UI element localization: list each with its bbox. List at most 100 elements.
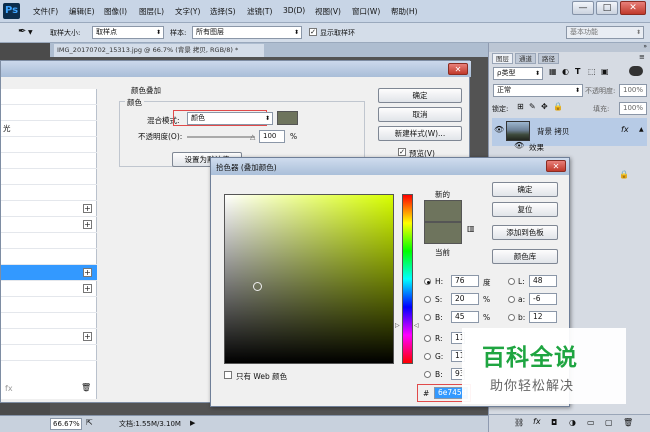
lock-transparent-icon[interactable]: ⊞ bbox=[517, 102, 524, 111]
list-item[interactable] bbox=[1, 169, 97, 185]
hue-arrow-left-icon[interactable]: ▷ bbox=[395, 322, 400, 329]
lab-b-field[interactable]: 12 bbox=[529, 311, 557, 323]
list-item-selected[interactable]: + bbox=[1, 265, 97, 281]
menu-view[interactable]: 视图(V) bbox=[315, 6, 341, 17]
filter-shape-icon[interactable]: ⬚ bbox=[588, 67, 596, 76]
cancel-button[interactable]: 取消 bbox=[378, 107, 462, 122]
delete-icon[interactable]: 🗑 bbox=[81, 383, 91, 392]
eyedropper-icon[interactable]: ✒ bbox=[18, 26, 26, 37]
color-libraries-button[interactable]: 颜色库 bbox=[492, 249, 558, 264]
a-radio[interactable] bbox=[508, 296, 515, 303]
link-icon[interactable]: ⛓ bbox=[514, 418, 524, 427]
cube-icon[interactable]: ▥ bbox=[467, 224, 475, 233]
list-item[interactable]: + bbox=[1, 201, 97, 217]
list-item[interactable] bbox=[1, 137, 97, 153]
add-icon[interactable]: + bbox=[83, 284, 92, 293]
status-arrow-icon[interactable]: ▶ bbox=[190, 419, 195, 427]
export-icon[interactable]: ⇱ bbox=[86, 418, 93, 427]
collapse-arrow-icon[interactable]: ▲ bbox=[639, 126, 644, 133]
list-item[interactable] bbox=[1, 185, 97, 201]
fx-footer-icon[interactable]: fx bbox=[5, 384, 13, 393]
b-radio[interactable] bbox=[424, 314, 431, 321]
reset-button[interactable]: 复位 bbox=[492, 202, 558, 217]
list-item[interactable] bbox=[1, 233, 97, 249]
opacity-slider-track[interactable] bbox=[187, 136, 255, 138]
close-icon[interactable]: ✕ bbox=[546, 160, 566, 172]
list-item[interactable] bbox=[1, 153, 97, 169]
r-radio[interactable] bbox=[424, 335, 431, 342]
filter-type-icon[interactable]: T bbox=[575, 67, 580, 76]
eye-icon[interactable]: 👁 bbox=[494, 125, 504, 134]
layer-kind-select[interactable]: ρ类型 ⬍ bbox=[493, 67, 543, 80]
add-icon[interactable]: + bbox=[83, 332, 92, 341]
workspace-select[interactable]: 基本功能 ⬍ bbox=[566, 26, 644, 39]
slider-thumb-icon[interactable]: △ bbox=[250, 133, 255, 141]
sample-size-select[interactable]: 取样点 ⬍ bbox=[92, 26, 164, 39]
zoom-field[interactable]: 66.67% bbox=[50, 418, 82, 430]
menu-filter[interactable]: 滤镜(T) bbox=[247, 6, 272, 17]
lock-all-icon[interactable]: 🔒 bbox=[553, 102, 563, 111]
add-icon[interactable]: + bbox=[83, 204, 92, 213]
a-field[interactable]: -6 bbox=[529, 293, 557, 305]
current-color-swatch[interactable] bbox=[424, 222, 462, 244]
hue-arrow-right-icon[interactable]: ◁ bbox=[414, 322, 419, 329]
eye-icon[interactable]: 👁 bbox=[514, 141, 524, 150]
menu-type[interactable]: 文字(Y) bbox=[175, 6, 200, 17]
lab-b-radio[interactable] bbox=[508, 314, 515, 321]
b2-radio[interactable] bbox=[424, 371, 431, 378]
blend-mode-select[interactable]: 正常 ⬍ bbox=[493, 84, 583, 97]
add-icon[interactable]: + bbox=[83, 220, 92, 229]
tab-layers[interactable]: 图层 bbox=[492, 53, 513, 64]
adjustment-icon[interactable]: ◑ bbox=[569, 418, 576, 427]
fx-icon[interactable]: fx bbox=[621, 125, 629, 134]
s-radio[interactable] bbox=[424, 296, 431, 303]
lock-brush-icon[interactable]: ✎ bbox=[529, 102, 536, 111]
new-layer-icon[interactable]: ▢ bbox=[605, 418, 613, 427]
list-item[interactable]: + bbox=[1, 281, 97, 297]
chevron-down-icon[interactable]: ▼ bbox=[28, 29, 33, 36]
filter-toggle[interactable] bbox=[629, 66, 643, 76]
l-field[interactable]: 48 bbox=[529, 275, 557, 287]
list-item[interactable]: + bbox=[1, 329, 97, 345]
filter-pixel-icon[interactable]: ▦ bbox=[549, 67, 557, 76]
tab-channels[interactable]: 通道 bbox=[515, 53, 536, 64]
h-field[interactable]: 76 bbox=[451, 275, 479, 287]
opacity-field[interactable]: 100 bbox=[259, 130, 285, 143]
show-ring-checkbox[interactable]: ✓ bbox=[309, 28, 317, 36]
delete-icon[interactable]: 🗑 bbox=[623, 418, 633, 427]
group-icon[interactable]: ▭ bbox=[587, 418, 595, 427]
list-item[interactable] bbox=[1, 345, 97, 361]
filter-smart-icon[interactable]: ▣ bbox=[601, 67, 609, 76]
list-item[interactable]: + bbox=[1, 217, 97, 233]
ok-button[interactable]: 确定 bbox=[492, 182, 558, 197]
restore-button[interactable]: □ bbox=[596, 1, 618, 15]
saturation-brightness-field[interactable] bbox=[224, 194, 394, 364]
menu-window[interactable]: 窗口(W) bbox=[352, 6, 380, 17]
layer-name[interactable]: 背景 拷贝 bbox=[537, 126, 569, 137]
close-icon[interactable]: ✕ bbox=[448, 63, 468, 75]
g-radio[interactable] bbox=[424, 353, 431, 360]
ok-button[interactable]: 确定 bbox=[378, 88, 462, 103]
list-item[interactable]: 光 bbox=[1, 121, 97, 137]
blend-mode-select[interactable]: 颜色 ⬍ bbox=[187, 112, 273, 125]
list-item[interactable] bbox=[1, 105, 97, 121]
color-cursor[interactable] bbox=[253, 282, 262, 291]
opacity-field[interactable]: 100% bbox=[619, 84, 647, 97]
close-button[interactable]: ✕ bbox=[620, 1, 646, 15]
list-item[interactable] bbox=[1, 249, 97, 265]
s-field[interactable]: 20 bbox=[451, 293, 479, 305]
panel-menu-icon[interactable]: ≡ bbox=[639, 53, 645, 61]
fill-field[interactable]: 100% bbox=[619, 102, 647, 115]
minimize-button[interactable]: — bbox=[572, 1, 594, 15]
menu-select[interactable]: 选择(S) bbox=[210, 6, 236, 17]
filter-adjust-icon[interactable]: ◐ bbox=[562, 67, 569, 76]
menu-help[interactable]: 帮助(H) bbox=[391, 6, 418, 17]
document-tab[interactable]: IMG_20170702_15313.jpg @ 66.7% (背景 拷贝, R… bbox=[54, 44, 264, 57]
b-field[interactable]: 45 bbox=[451, 311, 479, 323]
lock-move-icon[interactable]: ✥ bbox=[541, 102, 548, 111]
tab-paths[interactable]: 路径 bbox=[538, 53, 559, 64]
l-radio[interactable] bbox=[508, 278, 515, 285]
menu-file[interactable]: 文件(F) bbox=[33, 6, 58, 17]
new-style-button[interactable]: 新建样式(W)... bbox=[378, 126, 462, 141]
list-item[interactable] bbox=[1, 89, 97, 105]
